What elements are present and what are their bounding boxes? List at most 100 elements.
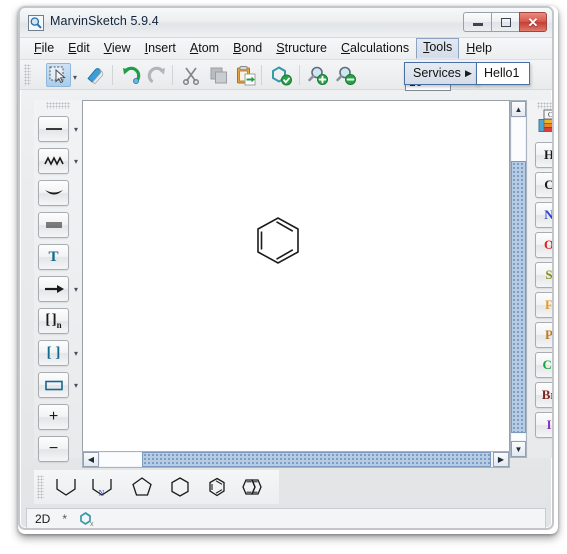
repeating-unit-bracket-tool-button[interactable]: [ ]n bbox=[38, 308, 69, 334]
horizontal-scroll-track-left[interactable] bbox=[100, 453, 142, 466]
template-cyclopentane-button[interactable] bbox=[126, 475, 158, 499]
paste-button[interactable] bbox=[233, 63, 258, 87]
minimize-button[interactable] bbox=[463, 12, 491, 32]
vertical-scroll-track-upper[interactable] bbox=[512, 118, 525, 161]
svg-text:C: C bbox=[548, 111, 553, 119]
chain-dropdown-caret[interactable]: ▾ bbox=[72, 158, 80, 166]
vertical-scroll-thumb[interactable] bbox=[511, 161, 526, 433]
element-button-P[interactable]: P bbox=[535, 322, 552, 348]
left-palette-grip[interactable] bbox=[46, 102, 70, 109]
element-label-Br: Br bbox=[541, 387, 552, 402]
single-bond-tool-button[interactable] bbox=[38, 116, 69, 142]
element-button-S[interactable]: S bbox=[535, 262, 553, 288]
maximize-icon bbox=[500, 17, 511, 27]
element-button-F[interactable]: F bbox=[535, 292, 553, 318]
element-button-Cl[interactable]: Cl bbox=[535, 352, 553, 378]
cut-button[interactable] bbox=[178, 63, 203, 87]
zoom-in-button[interactable] bbox=[306, 63, 331, 87]
copy-button[interactable] bbox=[206, 63, 231, 87]
element-button-Br[interactable]: Br bbox=[535, 382, 552, 408]
scroll-right-button[interactable]: ▶ bbox=[493, 452, 509, 467]
close-button[interactable]: ✕ bbox=[519, 12, 547, 32]
undo-button[interactable] bbox=[118, 63, 143, 87]
rectangle-icon bbox=[44, 380, 63, 390]
wedge-bond-tool-button[interactable] bbox=[38, 180, 69, 206]
plus-tool-button[interactable]: + bbox=[38, 404, 69, 430]
element-button-I[interactable]: I bbox=[535, 412, 552, 438]
drawing-canvas[interactable] bbox=[83, 101, 509, 457]
menu-tools[interactable]: Tools bbox=[416, 38, 460, 59]
element-button-N[interactable]: N bbox=[535, 202, 554, 228]
selection-arrow-icon bbox=[49, 66, 66, 83]
menu-insert[interactable]: Insert bbox=[138, 39, 183, 59]
rectangle-tool-button[interactable] bbox=[38, 372, 69, 398]
minus-label: − bbox=[48, 440, 59, 457]
menu-structure[interactable]: Structure bbox=[269, 39, 334, 59]
selection-tool-dropdown-caret[interactable]: ▾ bbox=[71, 74, 79, 82]
scroll-up-button[interactable]: ▲ bbox=[511, 101, 526, 117]
minus-tool-button[interactable]: − bbox=[38, 436, 69, 462]
status-modified-marker: * bbox=[62, 512, 68, 526]
menu-help[interactable]: Help bbox=[459, 39, 499, 59]
benzene-icon bbox=[209, 477, 225, 497]
vertical-scrollbar[interactable]: ▲ ▼ bbox=[510, 100, 527, 458]
text-tool-button[interactable]: T bbox=[38, 244, 69, 270]
scroll-down-button[interactable]: ▼ bbox=[511, 441, 526, 457]
menu-file[interactable]: File bbox=[27, 39, 61, 59]
template-naphthalene-button[interactable] bbox=[236, 475, 268, 499]
element-label-F: F bbox=[545, 297, 553, 312]
bracket-tool-button[interactable]: [ ] bbox=[38, 340, 69, 366]
menu-item-services[interactable]: Services ▶ bbox=[405, 63, 477, 84]
menu-calculations[interactable]: Calculations bbox=[334, 39, 416, 59]
element-button-H[interactable]: H bbox=[535, 142, 552, 168]
bracket-dropdown-caret[interactable]: ▾ bbox=[72, 350, 80, 358]
eraser-tool-button[interactable] bbox=[82, 63, 107, 87]
template-pyrrole-button[interactable]: N bbox=[86, 475, 118, 499]
menu-edit[interactable]: Edit bbox=[61, 39, 97, 59]
element-button-O[interactable]: O bbox=[535, 232, 554, 258]
menu-atom[interactable]: Atom bbox=[183, 39, 226, 59]
chain-tool-button[interactable] bbox=[38, 148, 69, 174]
periodic-table-icon[interactable]: C bbox=[537, 108, 553, 134]
single-bond-dropdown-caret[interactable]: ▾ bbox=[72, 126, 80, 134]
maximize-button[interactable] bbox=[491, 12, 519, 32]
chain-zigzag-icon bbox=[43, 156, 64, 166]
services-submenu[interactable]: Hello1 bbox=[476, 62, 530, 85]
element-label-O: O bbox=[543, 237, 554, 252]
zoom-out-button[interactable] bbox=[334, 63, 359, 87]
vertical-scroll-track-lower[interactable] bbox=[512, 434, 525, 440]
clean-structure-button[interactable] bbox=[268, 63, 293, 87]
menu-bar: File Edit View Insert Atom Bond Structur… bbox=[20, 38, 552, 60]
reaction-arrow-tool-button[interactable] bbox=[38, 276, 69, 302]
selection-tool-button[interactable] bbox=[46, 63, 71, 87]
cyclohexane-icon bbox=[171, 477, 189, 497]
tools-dropdown-menu[interactable]: Services ▶ bbox=[404, 62, 478, 85]
element-label-S: S bbox=[545, 267, 553, 282]
menu-item-hello1[interactable]: Hello1 bbox=[477, 63, 529, 84]
menu-bond[interactable]: Bond bbox=[226, 39, 269, 59]
template-cyclopentane-open-button[interactable] bbox=[50, 475, 82, 499]
template-toolbar-grip[interactable] bbox=[37, 475, 44, 499]
undo-arrow-icon bbox=[122, 66, 140, 84]
clean-structure-status-icon: x bbox=[79, 511, 97, 527]
toolbar-grip[interactable] bbox=[24, 64, 31, 86]
drawing-canvas-container[interactable] bbox=[82, 100, 510, 458]
element-label-Cl: Cl bbox=[542, 357, 553, 372]
element-label-N: N bbox=[544, 207, 554, 222]
template-benzene-button[interactable] bbox=[201, 475, 233, 499]
hash-bond-icon bbox=[45, 222, 62, 228]
horizontal-scrollbar[interactable]: ◀ ▶ bbox=[82, 451, 510, 468]
reaction-arrow-dropdown-caret[interactable]: ▾ bbox=[72, 286, 80, 294]
minimize-icon bbox=[472, 23, 483, 26]
title-bar[interactable]: MarvinSketch 5.9.4 ✕ bbox=[20, 8, 552, 38]
horizontal-scroll-thumb[interactable] bbox=[142, 452, 491, 467]
clean-structure-icon bbox=[271, 65, 292, 85]
hash-bond-tool-button[interactable] bbox=[38, 212, 69, 238]
submenu-chevron-right-icon: ▶ bbox=[464, 67, 472, 78]
element-button-C[interactable]: C bbox=[535, 172, 552, 198]
menu-view[interactable]: View bbox=[97, 39, 138, 59]
scroll-left-button[interactable]: ◀ bbox=[83, 452, 99, 467]
template-cyclohexane-button[interactable] bbox=[164, 475, 196, 499]
redo-button[interactable] bbox=[144, 63, 169, 87]
rectangle-dropdown-caret[interactable]: ▾ bbox=[72, 382, 80, 390]
